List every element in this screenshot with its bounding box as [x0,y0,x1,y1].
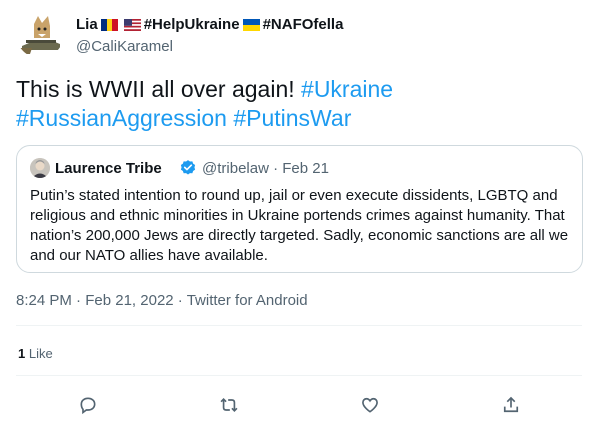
hashtag-nafo-fella: #NAFOfella [262,16,344,33]
quoted-separator: · [273,160,279,177]
romania-flag-icon [100,18,118,31]
likes-label: Like [28,346,53,361]
tweet-header: Lia #HelpUkraine #NAFOfella @CaliKaramel [16,10,586,58]
hashtag-link-putins-war[interactable]: #PutinsWar [233,105,351,131]
tweet-text-lead: This is WWII all over again! [16,76,302,102]
share-button[interactable] [494,388,528,422]
quoted-date: Feb 21 [282,160,329,177]
retweet-icon [220,397,238,413]
person-avatar-icon [30,158,50,178]
quoted-author-handle: @tribelaw [202,160,269,177]
likes-count: 1 [18,346,26,361]
hashtag-help-ukraine: #HelpUkraine [143,16,240,33]
tweet-meta: 8:24 PM · Feb 21, 2022 · Twitter for And… [16,292,308,309]
author-handle[interactable]: @CaliKaramel [76,38,173,55]
quoted-author-avatar [30,158,50,178]
likes-stat[interactable]: 1 Like [18,346,53,361]
reply-icon [80,397,96,415]
tweet-date[interactable]: Feb 21, 2022 [85,292,173,309]
quoted-tweet[interactable]: Laurence Tribe @tribelaw · Feb 21 Putin’… [16,145,583,273]
ukraine-flag-icon [242,18,260,31]
author-avatar[interactable] [16,10,64,58]
hashtag-link-russian-aggression[interactable]: #RussianAggression [16,105,227,131]
like-icon [362,397,378,413]
usa-flag-icon [123,18,141,31]
tweet-action-bar [16,388,582,422]
meta-separator-2: · [177,292,183,309]
divider-top [16,325,582,326]
share-icon [503,396,519,413]
tweet-source[interactable]: Twitter for Android [187,292,308,309]
author-display-name[interactable]: Lia #HelpUkraine #NAFOfella [76,16,343,33]
hashtag-link-ukraine[interactable]: #Ukraine [301,76,393,102]
tweet-time[interactable]: 8:24 PM [16,292,72,309]
retweet-button[interactable] [212,388,246,422]
meta-separator-1: · [76,292,82,309]
quoted-author-name: Laurence Tribe [55,160,162,177]
tweet-text: This is WWII all over again! #Ukraine #R… [16,75,582,133]
divider-bottom [16,375,582,376]
verified-badge-icon [180,160,196,175]
author-name-prefix: Lia [76,16,98,33]
shiba-soldier-avatar-icon [16,10,64,58]
quoted-handle-line: @tribelaw · Feb 21 [202,160,329,177]
reply-button[interactable] [71,388,105,422]
like-button[interactable] [353,388,387,422]
quoted-tweet-text: Putin’s stated intention to round up, ja… [30,187,569,264]
